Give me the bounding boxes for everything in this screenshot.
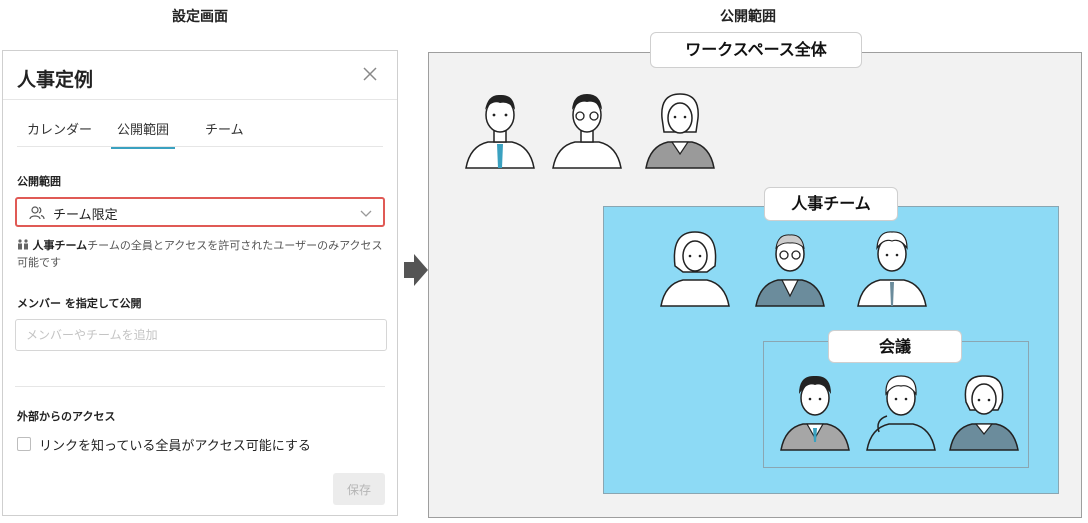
person-avatar-icon <box>645 93 715 169</box>
tab-bar: カレンダー 公開範囲 チーム <box>17 111 383 149</box>
link-access-checkbox[interactable] <box>17 437 31 451</box>
member-input[interactable] <box>15 319 387 351</box>
workspace-label: ワークスペース全体 <box>650 32 862 68</box>
person-avatar-icon <box>552 94 622 169</box>
team-name: 人事チーム <box>32 239 88 252</box>
person-avatar-icon <box>465 94 535 169</box>
header-divider <box>3 99 397 100</box>
panel-title: 人事定例 <box>17 69 94 91</box>
scope-help-text: 人事チームチームの全員とアクセスを許可されたユーザーのみアクセス可能です <box>17 237 389 271</box>
tab-team[interactable]: チーム <box>205 119 244 147</box>
section-divider <box>15 386 385 387</box>
meeting-label: 会議 <box>828 330 962 363</box>
tab-calendar[interactable]: カレンダー <box>27 119 92 147</box>
chevron-down-icon <box>360 210 372 217</box>
person-avatar-icon <box>780 375 850 451</box>
person-avatar-icon <box>949 375 1019 451</box>
tab-visibility[interactable]: 公開範囲 <box>111 119 176 149</box>
member-label: メンバー を指定して公開 <box>17 297 142 310</box>
save-button[interactable]: 保存 <box>333 473 385 505</box>
person-avatar-icon <box>857 231 927 307</box>
link-access-label[interactable]: リンクを知っている全員がアクセス可能にする <box>39 435 311 454</box>
person-avatar-icon <box>755 234 825 307</box>
external-access-label: 外部からのアクセス <box>17 410 116 423</box>
users-icon <box>29 206 45 220</box>
close-icon[interactable] <box>361 65 379 83</box>
person-avatar-icon <box>660 231 730 307</box>
scope-select-value: チーム限定 <box>53 208 118 223</box>
settings-screen-caption: 設定画面 <box>172 9 228 25</box>
hr-team-label: 人事チーム <box>764 187 898 221</box>
person-avatar-icon <box>866 375 936 451</box>
scope-diagram-caption: 公開範囲 <box>720 9 776 25</box>
arrow-right-icon <box>404 254 428 286</box>
scope-select[interactable]: チーム限定 <box>15 197 385 227</box>
team-icon <box>18 239 28 250</box>
scope-label: 公開範囲 <box>17 175 61 188</box>
settings-panel: 人事定例 カレンダー 公開範囲 チーム 公開範囲 チーム限定 人事チームチームの… <box>2 50 398 516</box>
